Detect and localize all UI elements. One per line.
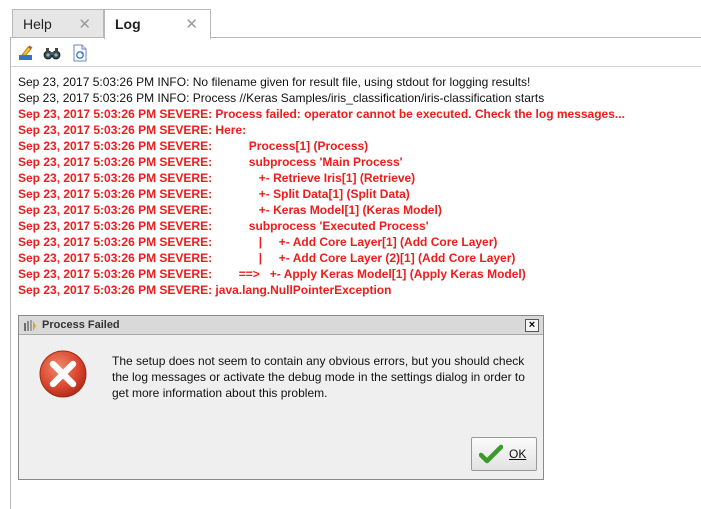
process-failed-title-icon — [24, 320, 36, 331]
tab-log[interactable]: Log ✕ — [104, 9, 211, 39]
process-failed-dialog: Process Failed × The setup does not seem… — [18, 315, 544, 480]
log-line: Sep 23, 2017 5:03:26 PM SEVERE: subproce… — [18, 219, 429, 233]
tab-log-close-icon[interactable]: ✕ — [185, 15, 198, 33]
log-line: Sep 23, 2017 5:03:26 PM SEVERE: | +- Add… — [18, 235, 498, 249]
error-icon — [39, 350, 87, 398]
log-line: Sep 23, 2017 5:03:26 PM SEVERE: Here: — [18, 123, 247, 137]
log-line: Sep 23, 2017 5:03:26 PM INFO: No filenam… — [18, 75, 531, 89]
log-line: Sep 23, 2017 5:03:26 PM SEVERE: +- Split… — [18, 187, 410, 201]
log-toolbar — [11, 38, 701, 67]
dialog-title-bar[interactable]: Process Failed × — [19, 316, 543, 335]
tab-log-label: Log — [115, 16, 141, 32]
ok-button[interactable]: OK — [471, 437, 537, 471]
dialog-message: The setup does not seem to contain any o… — [112, 354, 525, 400]
log-line: Sep 23, 2017 5:03:26 PM SEVERE: Process … — [18, 107, 625, 121]
log-line: Sep 23, 2017 5:03:26 PM SEVERE: ==> +- A… — [18, 267, 526, 281]
log-line: Sep 23, 2017 5:03:26 PM SEVERE: +- Retri… — [18, 171, 416, 185]
clear-log-icon — [19, 45, 33, 60]
tab-bar: Help ✕ Log ✕ — [0, 0, 701, 39]
clear-log-button[interactable] — [17, 44, 35, 62]
tab-help-close-icon[interactable]: ✕ — [78, 15, 91, 33]
dialog-title: Process Failed — [42, 319, 120, 331]
tab-help-label: Help — [23, 16, 52, 32]
save-log-icon — [73, 44, 87, 62]
ok-button-label: OK — [509, 447, 527, 461]
log-line: Sep 23, 2017 5:03:26 PM INFO: Process //… — [18, 91, 545, 105]
find-button[interactable] — [43, 44, 61, 62]
log-line: Sep 23, 2017 5:03:26 PM SEVERE: | +- Add… — [18, 251, 516, 265]
log-line: Sep 23, 2017 5:03:26 PM SEVERE: Process[… — [18, 139, 369, 153]
find-icon — [43, 48, 61, 60]
tab-help[interactable]: Help ✕ — [12, 9, 104, 38]
log-line: Sep 23, 2017 5:03:26 PM SEVERE: java.lan… — [18, 283, 392, 297]
checkmark-icon — [479, 444, 503, 464]
log-line: Sep 23, 2017 5:03:26 PM SEVERE: subproce… — [18, 155, 403, 169]
log-line: Sep 23, 2017 5:03:26 PM SEVERE: +- Keras… — [18, 203, 442, 217]
save-log-button[interactable] — [71, 44, 89, 62]
dialog-close-button[interactable]: × — [525, 319, 539, 332]
log-output[interactable]: Sep 23, 2017 5:03:26 PM INFO: No filenam… — [18, 74, 698, 298]
